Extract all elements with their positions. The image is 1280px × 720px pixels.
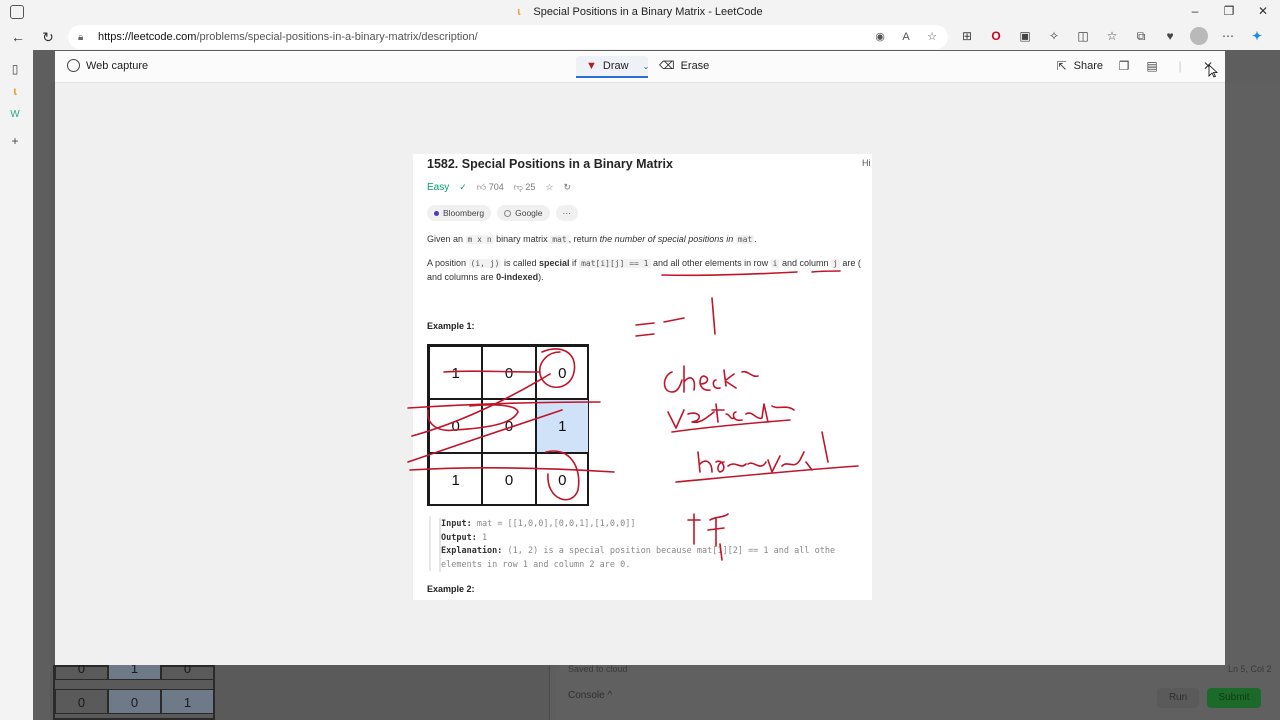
matrix-cell: 0 — [429, 399, 483, 453]
opera-icon[interactable]: O — [987, 27, 1005, 45]
puzzle-extension-icon[interactable]: ▣ — [1016, 27, 1034, 45]
matrix-cell: 0 — [482, 452, 536, 506]
new-tab-icon[interactable]: + — [8, 134, 22, 148]
google-icon — [504, 209, 512, 217]
close-window-icon[interactable]: ✕ — [1246, 0, 1280, 24]
run-button[interactable]: Run — [1157, 688, 1199, 708]
minimize-icon[interactable]: – — [1178, 0, 1212, 24]
url-actions: ◉ A ☆ — [872, 29, 940, 45]
favorite-star-icon[interactable]: ☆ — [924, 29, 940, 45]
share-button[interactable]: ⇱ Share — [1055, 59, 1103, 73]
favorites-icon[interactable]: ☆ — [1103, 27, 1121, 45]
window-titlebar: ɩ Special Positions in a Binary Matrix -… — [0, 0, 1280, 24]
console-toggle[interactable]: Console ^ — [568, 690, 612, 701]
web-capture-toolbar: Web capture ▼ Draw ⌄ ⌫ Erase ⇱ Share ❐ ▤… — [55, 51, 1225, 83]
divider: | — [1178, 59, 1182, 73]
browser-sidebar: ▯ ɩ W + — [0, 50, 30, 720]
capture-actions: ⇱ Share ❐ ▤ | ✕ — [1055, 59, 1215, 73]
tab-actions-icon[interactable]: ▯ — [8, 62, 22, 76]
maximize-icon[interactable]: ❐ — [1212, 0, 1246, 24]
example-2-heading: Example 2: — [427, 584, 475, 594]
thumbs-up-icon: 👍︎ — [476, 182, 487, 192]
hint-tab[interactable]: Hi — [862, 158, 871, 168]
bloomberg-icon — [434, 210, 439, 216]
read-aloud-icon[interactable]: A — [898, 29, 914, 45]
workspaces-icon[interactable] — [10, 5, 24, 19]
problem-meta: Easy ✓ 👍︎ 704 👎︎ 25 ☆ ↻ — [427, 182, 571, 193]
leetcode-logo-icon: ɩ — [517, 6, 521, 18]
matrix-cell: 0 — [482, 399, 536, 453]
web-capture-title: Web capture — [67, 59, 148, 72]
lock-icon: 🔒︎ — [78, 31, 84, 43]
matrix-cell: 1 — [429, 346, 483, 400]
window-controls: – ❐ ✕ — [1178, 0, 1280, 24]
browser-essentials-icon[interactable]: ♥ — [1161, 27, 1179, 45]
example-1-block: Input: mat = [[1,0,0],[0,0,1],[1,0,0]] O… — [439, 518, 835, 572]
cursor-position: Ln 5, Col 2 — [1228, 664, 1272, 674]
example-block-border — [429, 516, 431, 571]
example-1-heading: Example 1: — [427, 321, 475, 331]
toolbar-icons: ⊞ O ▣ ✧ ◫ ☆ ⧉ ♥ ⋯ ✦ — [958, 27, 1266, 45]
split-screen-icon[interactable]: ◫ — [1074, 27, 1092, 45]
draw-button[interactable]: ▼ Draw ⌄ — [576, 56, 650, 78]
copilot-icon[interactable]: ✦ — [1248, 27, 1266, 45]
more-tags-button[interactable]: ··· — [555, 205, 579, 221]
url-host: https://leetcode.com — [98, 31, 197, 43]
url-path: /problems/special-positions-in-a-binary-… — [196, 31, 478, 43]
more-menu-icon[interactable]: ⋯ — [1219, 27, 1237, 45]
tag-google[interactable]: Google — [497, 205, 550, 221]
share-link-icon[interactable]: ↻ — [563, 182, 571, 193]
mouse-cursor-icon — [1208, 64, 1218, 78]
share-icon: ⇱ — [1056, 59, 1067, 73]
leetcode-tab-icon[interactable]: ɩ — [8, 84, 22, 98]
profile-avatar[interactable] — [1190, 27, 1208, 45]
chevron-down-icon[interactable]: ⌄ — [643, 62, 650, 71]
pen-icon: ▼ — [586, 60, 597, 72]
url-field[interactable]: 🔒︎ https://leetcode.com/problems/special… — [68, 25, 948, 49]
description-line-1: Given an m x n binary matrix mat, return… — [427, 234, 757, 244]
company-tags: Bloomberg Google ··· — [427, 205, 579, 221]
eraser-icon: ⌫ — [659, 60, 675, 72]
copy-icon[interactable]: ❐ — [1117, 59, 1131, 73]
extension-badge-icon[interactable]: ◉ — [872, 29, 888, 45]
matrix-cell: 0 — [535, 346, 589, 400]
description-line-3: and columns are 0-indexed). — [427, 272, 544, 282]
submit-button[interactable]: Submit — [1207, 688, 1261, 708]
example-matrix: 1 0 0 0 0 1 1 0 0 — [427, 344, 589, 506]
save-icon[interactable]: ▤ — [1145, 59, 1159, 73]
extensions-icon[interactable]: ✧ — [1045, 27, 1063, 45]
window-title: ɩ Special Positions in a Binary Matrix -… — [517, 6, 763, 18]
matrix-cell: 1 — [429, 452, 483, 506]
description-line-2: A position (i, j) is called special if m… — [427, 258, 861, 268]
saved-status: Saved to cloud — [568, 664, 628, 674]
dislike-button[interactable]: 👎︎ 25 — [514, 182, 536, 193]
matrix-cell-special: 1 — [535, 399, 589, 453]
web-capture-icon — [67, 59, 80, 72]
thumbs-down-icon: 👎︎ — [513, 182, 523, 192]
dimmed-matrix: 0 1 0 0 0 1 — [53, 655, 215, 720]
collections-icon[interactable]: ⧉ — [1132, 27, 1150, 45]
captured-region: 1582. Special Positions in a Binary Matr… — [413, 154, 872, 600]
grid-extension-icon[interactable]: ⊞ — [958, 27, 976, 45]
star-icon[interactable]: ☆ — [545, 182, 553, 193]
like-button[interactable]: 👍︎ 704 — [477, 182, 504, 193]
problem-title: 1582. Special Positions in a Binary Matr… — [427, 157, 673, 171]
back-icon[interactable]: ← — [8, 27, 28, 47]
refresh-icon[interactable]: ↻ — [38, 27, 58, 47]
w-tab-icon[interactable]: W — [8, 108, 22, 122]
difficulty-badge: Easy — [427, 182, 450, 193]
solved-check-icon: ✓ — [459, 182, 467, 192]
tag-bloomberg[interactable]: Bloomberg — [427, 205, 492, 221]
erase-button[interactable]: ⌫ Erase — [659, 59, 709, 73]
matrix-cell: 0 — [482, 346, 536, 400]
matrix-cell: 0 — [535, 452, 589, 506]
